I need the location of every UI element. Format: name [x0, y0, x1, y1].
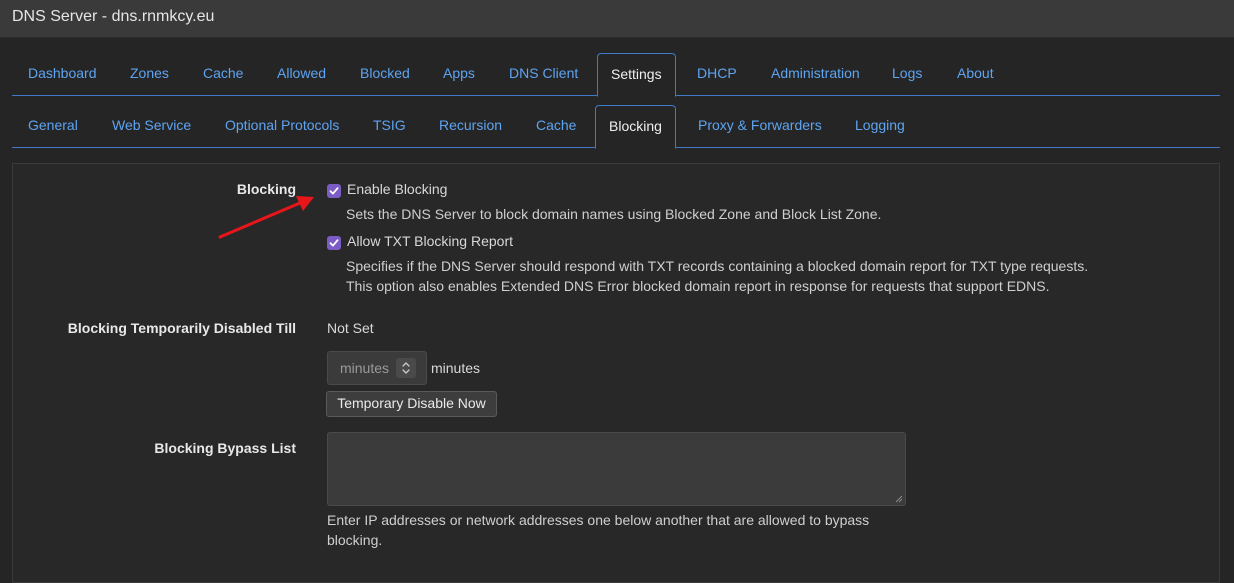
settings-subtabs: General Web Service Optional Protocols T…	[12, 105, 1220, 149]
minutes-suffix: minutes	[431, 360, 481, 376]
tab-dhcp[interactable]: DHCP	[697, 53, 737, 96]
subtab-logging[interactable]: Logging	[855, 105, 905, 148]
tab-apps[interactable]: Apps	[443, 53, 475, 96]
bypass-help-1: Enter IP addresses or network addresses …	[327, 512, 870, 528]
temp-disable-value: Not Set	[327, 320, 374, 336]
subtab-recursion[interactable]: Recursion	[439, 105, 502, 148]
subtab-general[interactable]: General	[28, 105, 78, 148]
minutes-input[interactable]: minutes	[327, 351, 427, 385]
subtab-optional-protocols[interactable]: Optional Protocols	[225, 105, 339, 148]
window-title: DNS Server - dns.rnmkcy.eu	[12, 8, 215, 25]
subtab-proxy-forwarders[interactable]: Proxy & Forwarders	[698, 105, 822, 148]
subtab-tsig[interactable]: TSIG	[373, 105, 406, 148]
minutes-placeholder: minutes	[340, 360, 390, 376]
allow-txt-report-checkbox[interactable]	[327, 236, 341, 250]
txt-report-help-2: This option also enables Extended DNS Er…	[346, 278, 1050, 294]
bypass-list-label: Blocking Bypass List	[154, 440, 296, 456]
enable-blocking-checkbox[interactable]	[327, 184, 341, 198]
subtab-cache[interactable]: Cache	[536, 105, 576, 148]
tab-allowed[interactable]: Allowed	[277, 53, 326, 96]
subtab-blocking[interactable]: Blocking	[595, 105, 676, 149]
window-titlebar: DNS Server - dns.rnmkcy.eu	[0, 0, 1234, 38]
temporary-disable-button[interactable]: Temporary Disable Now	[326, 391, 497, 417]
bypass-list-textarea[interactable]	[327, 432, 906, 506]
resize-grip-icon[interactable]	[893, 493, 903, 503]
tab-logs[interactable]: Logs	[892, 53, 922, 96]
checkmark-icon	[329, 187, 339, 195]
main-tabs: Dashboard Zones Cache Allowed Blocked Ap…	[12, 53, 1220, 97]
tab-cache[interactable]: Cache	[203, 53, 243, 96]
checkmark-icon	[329, 239, 339, 247]
subtab-web-service[interactable]: Web Service	[112, 105, 191, 148]
stepper-icon[interactable]	[396, 358, 416, 378]
txt-report-help-1: Specifies if the DNS Server should respo…	[346, 258, 1089, 274]
temp-disable-label: Blocking Temporarily Disabled Till	[67, 320, 296, 336]
enable-blocking-label[interactable]: Enable Blocking	[347, 181, 447, 197]
tab-about[interactable]: About	[957, 53, 994, 96]
tab-blocked[interactable]: Blocked	[360, 53, 410, 96]
tab-zones[interactable]: Zones	[130, 53, 169, 96]
tab-dns-client[interactable]: DNS Client	[509, 53, 578, 96]
tab-settings[interactable]: Settings	[597, 53, 676, 97]
bypass-help-2: blocking.	[327, 532, 383, 548]
allow-txt-report-label[interactable]: Allow TXT Blocking Report	[347, 233, 513, 249]
enable-blocking-help: Sets the DNS Server to block domain name…	[346, 206, 882, 222]
tab-dashboard[interactable]: Dashboard	[28, 53, 97, 96]
tab-administration[interactable]: Administration	[771, 53, 860, 96]
blocking-label: Blocking	[236, 181, 296, 197]
